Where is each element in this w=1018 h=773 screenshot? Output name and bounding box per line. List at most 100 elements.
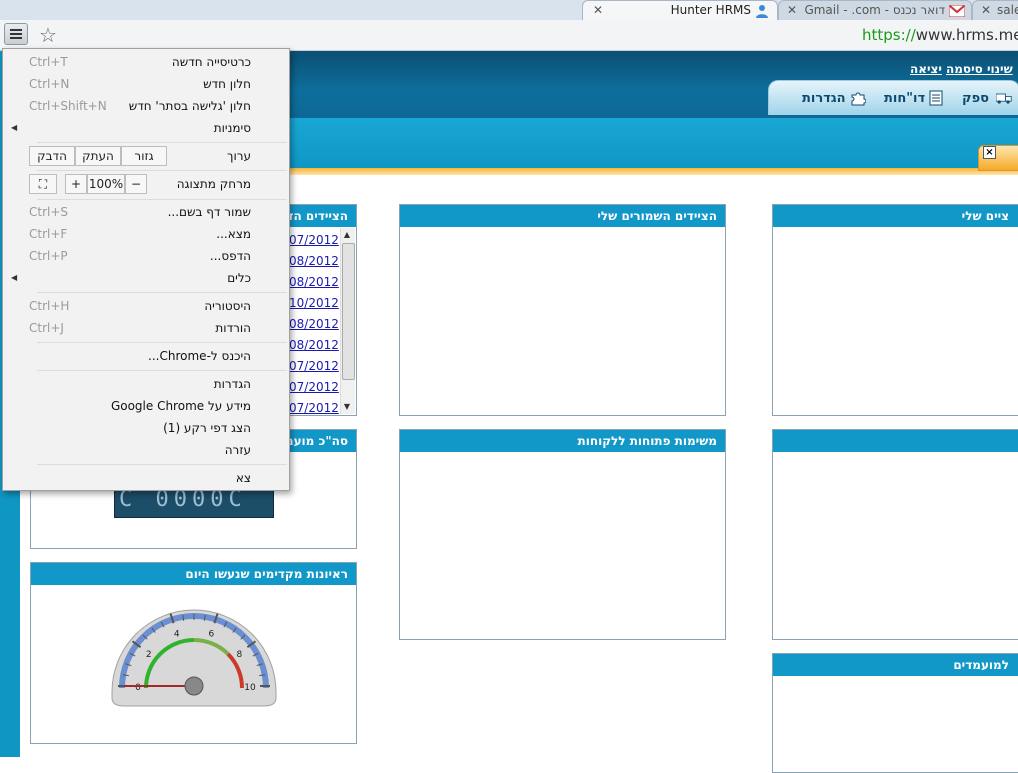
- menu-sign-in[interactable]: היכנס ל-Chrome...: [3, 345, 289, 367]
- menu-label: מידע על Google Chrome: [110, 399, 251, 413]
- copy-button[interactable]: העתק: [75, 146, 121, 166]
- cut-button[interactable]: גזור: [121, 146, 167, 166]
- address-bar[interactable]: https://www.hrms.me/p: [862, 24, 1018, 46]
- url-scheme: https://: [862, 26, 916, 44]
- menu-shortcut: Ctrl+T: [29, 55, 68, 69]
- menu-label: הדפס...: [209, 249, 251, 263]
- date-link[interactable]: 08/2012: [289, 338, 339, 352]
- date-link[interactable]: 08/2012: [289, 275, 339, 289]
- menu-shortcut: Ctrl+Shift+N: [29, 99, 107, 113]
- gauge-label: 10: [244, 683, 256, 693]
- menu-shortcut: Ctrl+P: [29, 249, 68, 263]
- gauge-label: 4: [174, 630, 180, 640]
- tab-hunter-hrms[interactable]: ✕ Hunter HRMS: [582, 0, 778, 20]
- paste-button[interactable]: הדבק: [29, 146, 75, 166]
- date-link[interactable]: 07/2012: [289, 233, 339, 247]
- menu-label: שמור דף בשם...: [167, 205, 251, 219]
- panel-header: למועמדים: [773, 654, 1018, 676]
- tab-title: דואר נכנס - Gmail - .com: [804, 3, 945, 17]
- zoom-plus-button[interactable]: +: [65, 174, 87, 194]
- menu-settings[interactable]: הגדרות: [3, 373, 289, 395]
- menu-label: מרחק מתצוגה: [176, 177, 251, 191]
- puzzle-icon: [851, 92, 866, 106]
- panel-right-top: ציים שלי: [772, 204, 1018, 416]
- logout-link[interactable]: יציאה: [910, 62, 942, 76]
- menu-label: צא: [235, 471, 251, 485]
- menu-shortcut: Ctrl+S: [29, 205, 69, 219]
- menu-incognito-window[interactable]: חלון 'גלישה בסתר' חדש Ctrl+Shift+N: [3, 95, 289, 117]
- menu-bookmarks[interactable]: סימניות ◀: [3, 117, 289, 139]
- panel-header: ציים שלי: [773, 205, 1018, 227]
- scroll-up-arrow-icon[interactable]: ▲: [340, 228, 354, 242]
- scroll-thumb[interactable]: [342, 243, 355, 380]
- menu-tools[interactable]: כלים ◀: [3, 267, 289, 289]
- panel-saved-hunts: הציידים השמורים שלי: [399, 204, 726, 416]
- fullscreen-icon[interactable]: ⛶: [29, 174, 57, 194]
- change-password-link[interactable]: שינוי סיסמה: [946, 62, 1013, 76]
- tab-sale[interactable]: ✕ sale: [972, 0, 1018, 20]
- chrome-menu-button[interactable]: [4, 23, 28, 45]
- menu-downloads[interactable]: הורדות Ctrl+J: [3, 317, 289, 339]
- menu-label: חלון חדש: [203, 77, 251, 91]
- menu-separator: [37, 170, 287, 171]
- nav-supplier[interactable]: ספק: [962, 91, 989, 106]
- menu-history[interactable]: היסטוריה Ctrl+H: [3, 295, 289, 317]
- zoom-minus-button[interactable]: −: [125, 174, 147, 194]
- panel-right-bottom: למועמדים: [772, 653, 1018, 773]
- gauge-label: 2: [146, 650, 152, 660]
- gmail-icon: [949, 5, 965, 17]
- date-link[interactable]: 08/2012: [289, 254, 339, 268]
- chrome-menu: כרטיסייה חדשה Ctrl+T חלון חדש Ctrl+N חלו…: [2, 48, 290, 491]
- gauge-label: 6: [208, 630, 214, 640]
- menu-shortcut: Ctrl+J: [29, 321, 64, 335]
- submenu-arrow-icon: ◀: [11, 123, 18, 132]
- panel-header: הציידים השמורים שלי: [400, 205, 725, 227]
- tab-strip: ✕ Hunter HRMS ✕ דואר נכנס - Gmail - .com…: [0, 0, 1018, 20]
- tab-title: Hunter HRMS: [670, 3, 751, 17]
- menu-label: כרטיסייה חדשה: [171, 55, 251, 69]
- close-page-tab-icon[interactable]: ×: [983, 146, 996, 159]
- menu-label: היכנס ל-Chrome...: [148, 349, 251, 363]
- panel-right-middle: [772, 429, 1018, 640]
- menu-label: הגדרות: [213, 377, 251, 391]
- menu-label: ערוך: [227, 149, 251, 163]
- menu-print[interactable]: הדפס... Ctrl+P: [3, 245, 289, 267]
- menu-about-chrome[interactable]: מידע על Google Chrome: [3, 395, 289, 417]
- menu-help[interactable]: עזרה: [3, 439, 289, 461]
- scroll-down-arrow-icon[interactable]: ▼: [340, 400, 354, 414]
- date-link[interactable]: 10/2012: [289, 296, 339, 310]
- tab-gmail[interactable]: ✕ דואר נכנס - Gmail - .com: [778, 0, 972, 20]
- zoom-level: 100%: [87, 174, 125, 194]
- nav-reports[interactable]: דו"חות: [884, 91, 925, 106]
- submenu-arrow-icon: ◀: [11, 273, 18, 282]
- close-tab-icon[interactable]: ✕: [787, 1, 797, 19]
- gauge-hub: [184, 676, 204, 696]
- gauge-label: 8: [236, 650, 242, 660]
- close-tab-icon[interactable]: ✕: [593, 1, 603, 19]
- menu-new-window[interactable]: חלון חדש Ctrl+N: [3, 73, 289, 95]
- menu-new-tab[interactable]: כרטיסייה חדשה Ctrl+T: [3, 51, 289, 73]
- close-tab-icon[interactable]: ✕: [981, 1, 991, 19]
- menu-background-pages[interactable]: הצג דפי רקע (1): [3, 417, 289, 439]
- date-link[interactable]: 07/2012: [289, 380, 339, 394]
- menu-shortcut: Ctrl+H: [29, 299, 70, 313]
- bookmark-star-icon[interactable]: ☆: [36, 23, 60, 47]
- nav-settings[interactable]: הגדרות: [802, 91, 846, 106]
- date-link[interactable]: 07/2012: [289, 401, 339, 415]
- menu-separator: [37, 199, 287, 200]
- menu-label: סימניות: [213, 121, 251, 135]
- date-link[interactable]: 07/2012: [289, 359, 339, 373]
- truck-icon: [996, 93, 1012, 104]
- menu-separator: [37, 142, 287, 143]
- panel-header: ראיונות מקדימים שנעשו היום: [31, 563, 356, 585]
- menu-separator: [37, 342, 287, 343]
- menu-separator: [37, 370, 287, 371]
- menu-save-page[interactable]: שמור דף בשם... Ctrl+S: [3, 201, 289, 223]
- panel-header: [773, 430, 1018, 452]
- menu-find[interactable]: מצא... Ctrl+F: [3, 223, 289, 245]
- gauge-label: 0: [135, 683, 141, 693]
- menu-label: הורדות: [215, 321, 251, 335]
- date-link[interactable]: 08/2012: [289, 317, 339, 331]
- menu-exit[interactable]: צא: [3, 467, 289, 489]
- menu-separator: [37, 292, 287, 293]
